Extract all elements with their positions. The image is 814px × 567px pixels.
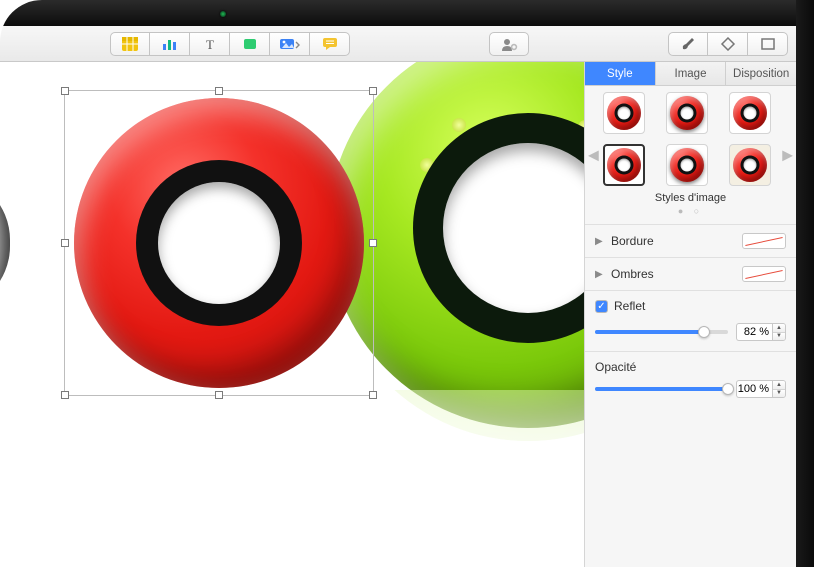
insert-table-button[interactable]: [110, 32, 150, 56]
opacity-label: Opacité: [585, 352, 796, 378]
right-bezel: [796, 0, 814, 567]
stepper-up-icon[interactable]: ▲: [773, 381, 785, 390]
reflection-label: Reflet: [614, 299, 786, 313]
content-area: Style Image Disposition ◀ ▶ Sty: [0, 62, 796, 567]
image-style-4[interactable]: [603, 144, 645, 186]
format-inspector-button[interactable]: [668, 32, 708, 56]
app-window: T: [0, 26, 796, 567]
border-disclosure[interactable]: ▶: [595, 236, 605, 247]
canvas[interactable]: [0, 62, 584, 567]
collaborate-button[interactable]: [489, 32, 529, 56]
shadow-disclosure[interactable]: ▶: [595, 269, 605, 280]
filter-inspector-button[interactable]: [708, 32, 748, 56]
stepper-down-icon[interactable]: ▼: [773, 333, 785, 341]
resize-handle-tl[interactable]: [61, 87, 69, 95]
laptop-frame: T: [0, 0, 814, 567]
shadow-label: Ombres: [611, 267, 736, 281]
diamond-icon: [720, 37, 736, 51]
reflection-checkbox[interactable]: ✓: [595, 300, 608, 313]
inspector-tabs: Style Image Disposition: [585, 62, 796, 86]
camera-dot: [220, 11, 226, 17]
reflection-area: [0, 390, 584, 567]
image-styles-section: ◀ ▶ Styles d'image ● ○: [585, 86, 796, 224]
rectangle-icon: [760, 37, 776, 51]
styles-prev-button[interactable]: ◀: [588, 147, 599, 164]
green-wheel-image[interactable]: [328, 62, 584, 428]
chart-icon: [162, 37, 178, 51]
text-icon: T: [202, 37, 218, 51]
toolbar: T: [0, 26, 796, 62]
view-group: [668, 32, 788, 56]
paintbrush-icon: [680, 37, 696, 51]
image-style-2[interactable]: [666, 92, 708, 134]
border-label: Bordure: [611, 234, 736, 248]
opacity-value-input[interactable]: [736, 380, 772, 398]
border-section: ▶ Bordure: [585, 224, 796, 257]
styles-page-dots[interactable]: ● ○: [603, 206, 778, 216]
tab-style[interactable]: Style: [585, 62, 656, 85]
resize-handle-l[interactable]: [61, 239, 69, 247]
insert-shape-button[interactable]: [230, 32, 270, 56]
insert-text-button[interactable]: T: [190, 32, 230, 56]
tab-layout[interactable]: Disposition: [726, 62, 796, 85]
inspector-panel: Style Image Disposition ◀ ▶ Sty: [584, 62, 796, 567]
red-wheel-image[interactable]: [74, 98, 364, 388]
image-style-6[interactable]: [729, 144, 771, 186]
shadow-style-swatch[interactable]: [742, 266, 786, 282]
reflection-stepper[interactable]: ▲▼: [772, 323, 786, 341]
shape-icon: [242, 37, 258, 51]
person-plus-icon: [500, 37, 518, 51]
insert-group: T: [110, 32, 350, 56]
stepper-down-icon[interactable]: ▼: [773, 390, 785, 398]
opacity-slider[interactable]: [595, 380, 728, 398]
opacity-stepper[interactable]: ▲▼: [772, 380, 786, 398]
resize-handle-t[interactable]: [215, 87, 223, 95]
comment-icon: [322, 37, 338, 51]
reflection-value-input[interactable]: [736, 323, 772, 341]
border-style-swatch[interactable]: [742, 233, 786, 249]
styles-next-button[interactable]: ▶: [782, 147, 793, 164]
image-styles-caption: Styles d'image: [603, 192, 778, 204]
reflection-section: ✓ Reflet ▲▼: [585, 290, 796, 351]
insert-chart-button[interactable]: [150, 32, 190, 56]
shadow-section: ▶ Ombres: [585, 257, 796, 290]
reflection-slider[interactable]: [595, 323, 728, 341]
image-style-3[interactable]: [729, 92, 771, 134]
svg-text:T: T: [206, 37, 214, 51]
tab-image[interactable]: Image: [656, 62, 727, 85]
top-bezel: [0, 0, 814, 26]
opacity-section: Opacité ▲▼: [585, 351, 796, 408]
image-style-5[interactable]: [666, 144, 708, 186]
table-icon: [122, 37, 138, 51]
insert-comment-button[interactable]: [310, 32, 350, 56]
image-style-1[interactable]: [603, 92, 645, 134]
media-icon: [279, 37, 301, 51]
insert-media-button[interactable]: [270, 32, 310, 56]
red-wheel-hub: [158, 182, 280, 304]
offscreen-wheel: [0, 174, 10, 312]
stepper-up-icon[interactable]: ▲: [773, 324, 785, 333]
document-inspector-button[interactable]: [748, 32, 788, 56]
